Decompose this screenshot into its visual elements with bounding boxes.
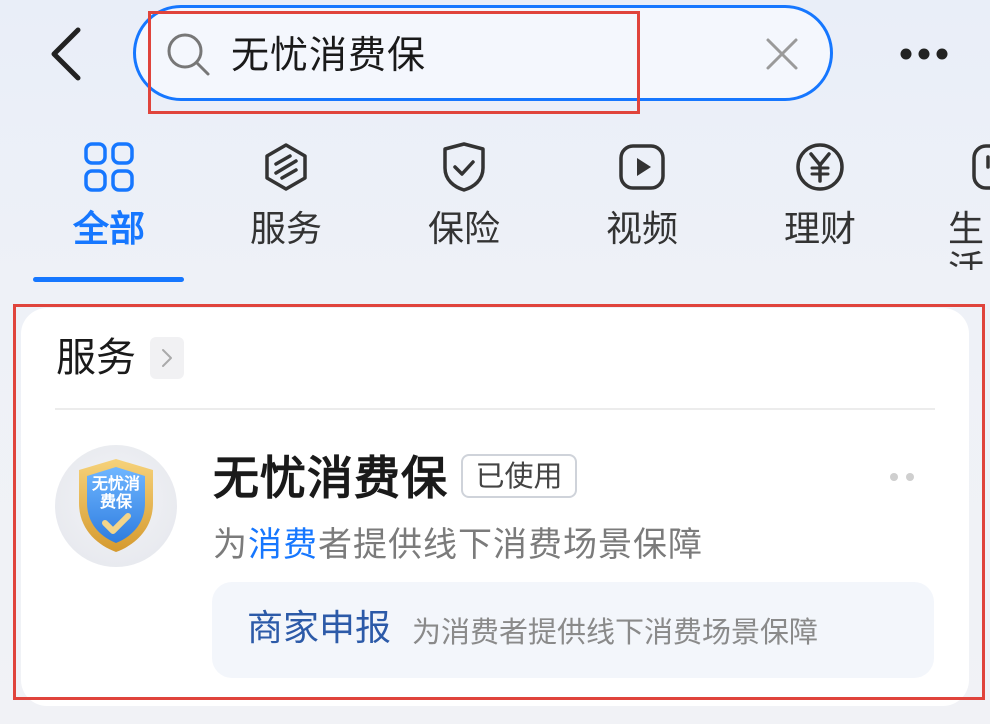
search-input[interactable]: 无忧消费保 <box>231 28 426 82</box>
tab-label: 视频 <box>605 209 678 250</box>
tab-label: 全部 <box>72 209 145 250</box>
shield-check-icon <box>443 142 485 192</box>
play-icon <box>619 144 665 190</box>
tab-label: 理财 <box>783 209 856 250</box>
tab-finance[interactable]: 理财 <box>755 140 885 270</box>
status-badge: 已使用 <box>461 454 577 498</box>
more-options-icon[interactable] <box>886 470 918 484</box>
tab-video[interactable]: 视频 <box>577 140 707 270</box>
section-more-button[interactable] <box>150 337 184 379</box>
logo-text: 无忧消费保 <box>91 474 140 511</box>
tab-insurance[interactable]: 保险 <box>399 140 529 270</box>
active-tab-indicator <box>33 277 184 282</box>
chevron-right-icon <box>162 349 172 367</box>
grid-icon <box>84 142 134 192</box>
tab-label: 服务 <box>249 209 322 250</box>
life-icon <box>972 144 990 190</box>
search-icon <box>167 33 210 76</box>
back-arrow-icon[interactable] <box>40 22 100 86</box>
service-description: 为消费者提供线下消费场景保障 <box>213 520 703 570</box>
search-bar[interactable]: 无忧消费保 <box>133 5 833 101</box>
desc-suffix: 者提供线下消费场景保障 <box>318 525 703 565</box>
service-logo[interactable]: 无忧消费保 <box>55 445 177 567</box>
tab-label: 保险 <box>427 209 500 250</box>
more-icon[interactable] <box>896 34 956 74</box>
desc-prefix: 为 <box>213 525 248 565</box>
service-name[interactable]: 无忧消费保 <box>213 448 448 508</box>
tab-service[interactable]: 服务 <box>221 140 351 270</box>
merchant-report-desc: 为消费者提供线下消费场景保障 <box>412 615 819 649</box>
tab-all[interactable]: 全部 <box>44 140 174 270</box>
clear-icon[interactable] <box>762 34 802 74</box>
section-title: 服务 <box>56 335 136 381</box>
merchant-report-row[interactable]: 商家申报 为消费者提供线下消费场景保障 <box>212 582 934 678</box>
tab-life[interactable]: 生活 <box>916 140 990 270</box>
desc-highlight: 消费 <box>248 525 318 565</box>
merchant-report-label[interactable]: 商家申报 <box>247 604 391 654</box>
tab-label: 生活 <box>948 209 985 271</box>
divider <box>55 408 935 410</box>
yen-icon <box>796 143 844 191</box>
service-icon <box>265 143 307 191</box>
